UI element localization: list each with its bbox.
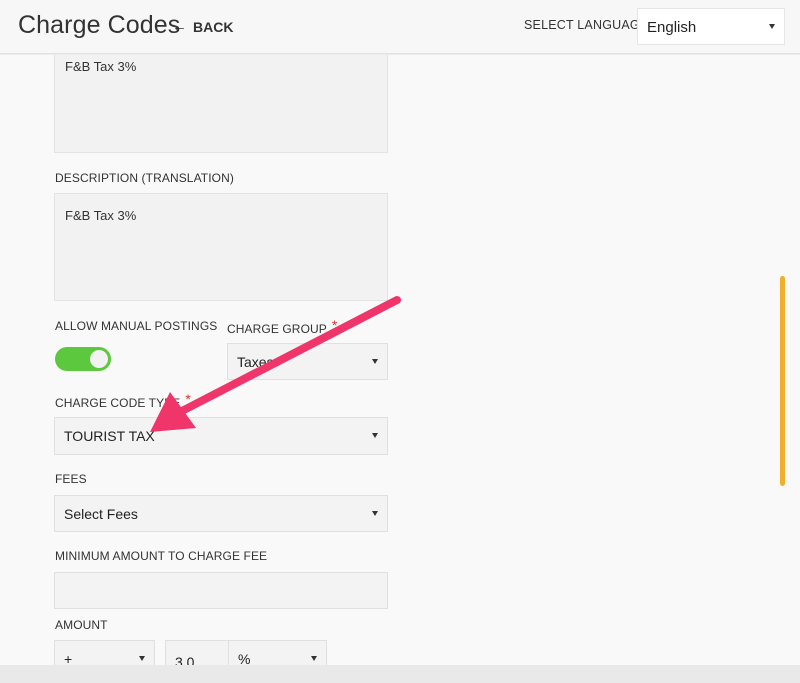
scrollbar-thumb[interactable]: [780, 276, 785, 486]
form-panel: F&B Tax 3% DESCRIPTION (TRANSLATION) F&B…: [0, 55, 780, 665]
amount-unit-select[interactable]: %: [228, 640, 327, 665]
allow-manual-postings-toggle[interactable]: [55, 347, 111, 371]
amount-sign-value: +: [64, 651, 73, 665]
description-translation-label: DESCRIPTION (TRANSLATION): [55, 171, 234, 185]
charge-group-label-wrap: CHARGE GROUP *: [227, 317, 338, 336]
charge-code-type-label-wrap: CHARGE CODE TYPE *: [55, 391, 191, 410]
charge-group-select[interactable]: Taxes: [227, 343, 388, 380]
page-title: Charge Codes: [18, 11, 181, 39]
language-select[interactable]: English: [637, 8, 785, 45]
minimum-amount-input[interactable]: [54, 572, 388, 609]
toggle-knob: [90, 350, 108, 368]
amount-label: AMOUNT: [55, 618, 108, 632]
minimum-amount-label: MINIMUM AMOUNT TO CHARGE FEE: [55, 549, 268, 563]
chevron-down-icon: [372, 358, 378, 364]
top-bar: Charge Codes ← BACK SELECT LANGUAGE Engl…: [0, 0, 800, 54]
language-value: English: [647, 19, 697, 36]
amount-unit-value: %: [238, 651, 251, 665]
description-text: F&B Tax 3%: [65, 59, 137, 74]
amount-value: 3.0: [175, 654, 195, 665]
language-label: SELECT LANGUAGE: [524, 18, 649, 32]
charge-code-type-select[interactable]: TOURIST TAX: [54, 417, 388, 455]
charge-code-type-label: CHARGE CODE TYPE: [55, 396, 181, 410]
charge-code-type-value: TOURIST TAX: [64, 428, 155, 444]
charge-group-label: CHARGE GROUP: [227, 322, 327, 336]
chevron-down-icon: [372, 510, 378, 516]
required-marker: *: [331, 317, 338, 333]
allow-manual-postings-label: ALLOW MANUAL POSTINGS: [55, 319, 218, 333]
charge-group-value: Taxes: [237, 353, 274, 370]
chevron-down-icon: [769, 23, 775, 29]
arrow-left-icon: ←: [172, 18, 187, 35]
description-textarea[interactable]: F&B Tax 3%: [54, 55, 388, 153]
back-label: BACK: [193, 18, 234, 35]
chevron-down-icon: [311, 656, 317, 661]
chevron-down-icon: [372, 433, 378, 438]
fees-label: FEES: [55, 472, 87, 486]
amount-sign-select[interactable]: +: [54, 640, 155, 665]
fees-select[interactable]: Select Fees: [54, 495, 388, 532]
fees-value: Select Fees: [64, 505, 138, 522]
back-button[interactable]: ← BACK: [172, 18, 233, 35]
required-marker: *: [185, 391, 191, 407]
amount-input[interactable]: 3.0: [165, 640, 229, 665]
chevron-down-icon: [139, 656, 145, 661]
description-translation-text: F&B Tax 3%: [65, 208, 137, 223]
description-translation-textarea[interactable]: F&B Tax 3%: [54, 193, 388, 301]
window-bottom-edge: [0, 665, 800, 683]
